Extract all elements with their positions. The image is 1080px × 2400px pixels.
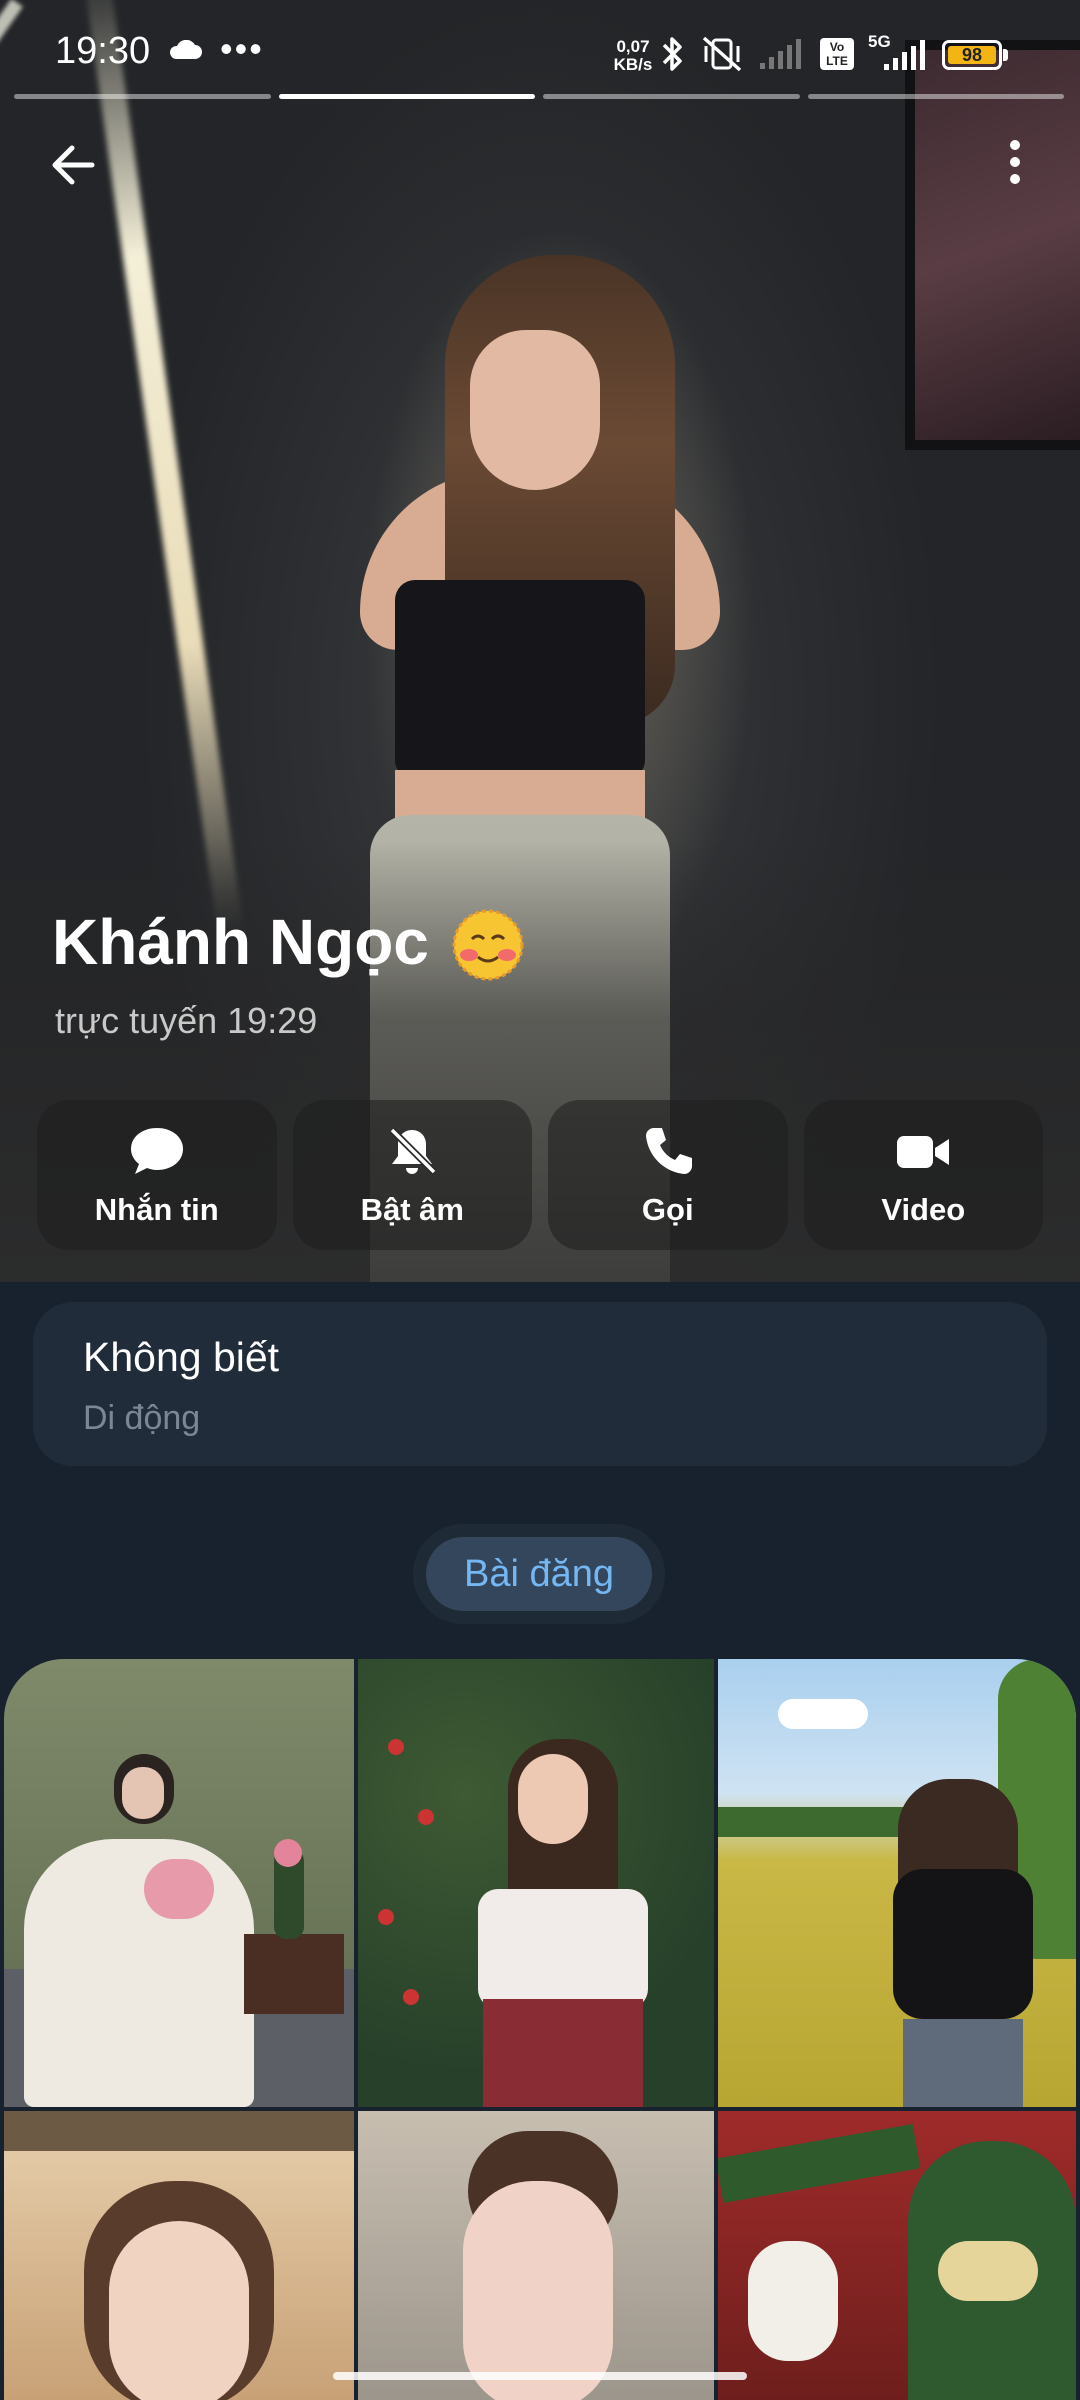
- unmute-button[interactable]: Bật âm: [292, 1100, 532, 1250]
- message-label: Nhắn tin: [94, 1192, 219, 1227]
- post-thumbnail[interactable]: [718, 1659, 1076, 2107]
- white-dress: [24, 1839, 254, 2107]
- home-indicator[interactable]: [333, 2372, 747, 2380]
- video-call-label: Video: [881, 1192, 966, 1227]
- post-thumbnail[interactable]: [4, 2111, 354, 2400]
- story-progress: [14, 94, 1064, 99]
- arrow-left-icon: [52, 145, 95, 185]
- flower: [274, 1839, 302, 1867]
- tab-posts[interactable]: Bài đăng: [426, 1537, 652, 1611]
- posts-grid: [4, 1659, 1076, 2400]
- berry: [388, 1739, 404, 1755]
- status-icons: Vo LTE 5G: [660, 32, 930, 74]
- story-segment: [14, 94, 271, 99]
- person-face: [470, 330, 600, 490]
- message-button[interactable]: Nhắn tin: [37, 1100, 277, 1250]
- back-button[interactable]: [40, 130, 110, 200]
- cloud-icon: [170, 40, 202, 59]
- message-icon: [130, 1128, 183, 1174]
- video-icon: [897, 1136, 950, 1168]
- video-call-button[interactable]: Video: [803, 1100, 1043, 1250]
- profile-cover-photo[interactable]: [0, 0, 1080, 1282]
- person-face: [463, 2181, 613, 2400]
- berry: [418, 1809, 434, 1825]
- volte-icon: Vo LTE: [820, 38, 854, 70]
- plaid-skirt: [483, 1999, 643, 2107]
- ceiling: [4, 2111, 354, 2151]
- post-thumbnail[interactable]: [358, 2111, 714, 2400]
- more-options-button[interactable]: [995, 130, 1035, 200]
- network-speed-unit: KB/s: [613, 55, 653, 74]
- phone-info-card[interactable]: Không biết Di động: [33, 1302, 1047, 1466]
- last-seen-status: trực tuyến 19:29: [55, 1000, 318, 1041]
- post-thumbnail[interactable]: [718, 2111, 1076, 2400]
- more-vertical-icon: [1010, 140, 1020, 184]
- bluetooth-icon: [662, 37, 682, 71]
- black-top: [893, 1869, 1033, 2019]
- story-segment: [543, 94, 800, 99]
- post-thumbnail[interactable]: [4, 1659, 354, 2107]
- action-bar: Nhắn tin Bật âm Gọi Video: [37, 1100, 1043, 1250]
- emoji-status-icon[interactable]: [448, 903, 528, 983]
- person-top: [395, 580, 645, 780]
- white-blouse: [478, 1889, 648, 2009]
- santa-figure: [748, 2241, 838, 2361]
- flower-bouquet: [144, 1859, 214, 1919]
- person-face: [518, 1754, 588, 1844]
- network-speed-value: 0,07: [616, 37, 650, 56]
- bell-off-icon: [389, 1127, 437, 1175]
- story-segment-active: [278, 94, 535, 99]
- network-speed: 0,07 KB/s: [610, 38, 656, 74]
- clock: 19:30: [55, 30, 151, 72]
- bow-ornament: [938, 2241, 1038, 2301]
- person-face: [109, 2221, 249, 2400]
- phone-icon: [645, 1128, 692, 1174]
- call-label: Gọi: [641, 1192, 694, 1227]
- signal-icon: [760, 39, 801, 69]
- battery-cap: [1003, 49, 1008, 61]
- person-face: [122, 1767, 164, 1819]
- signal-5g-icon: 5G: [868, 32, 930, 72]
- unmute-label: Bật âm: [360, 1192, 464, 1227]
- cloud: [778, 1699, 868, 1729]
- story-segment: [807, 94, 1064, 99]
- battery-icon: 98: [942, 40, 1002, 70]
- call-button[interactable]: Gọi: [548, 1100, 788, 1250]
- vibrate-off-icon: [702, 36, 742, 72]
- more-notifications-icon: •••: [220, 28, 264, 69]
- profile-name: Khánh Ngọc: [52, 906, 429, 978]
- table: [244, 1934, 344, 2014]
- berry: [378, 1909, 394, 1925]
- post-thumbnail[interactable]: [358, 1659, 714, 2107]
- berry: [403, 1989, 419, 2005]
- phone-number-value: Không biết: [83, 1334, 280, 1380]
- christmas-banner: [718, 2123, 921, 2204]
- phone-number-label: Di động: [83, 1399, 201, 1437]
- jeans: [903, 2019, 1023, 2107]
- battery-level: 98: [948, 46, 996, 64]
